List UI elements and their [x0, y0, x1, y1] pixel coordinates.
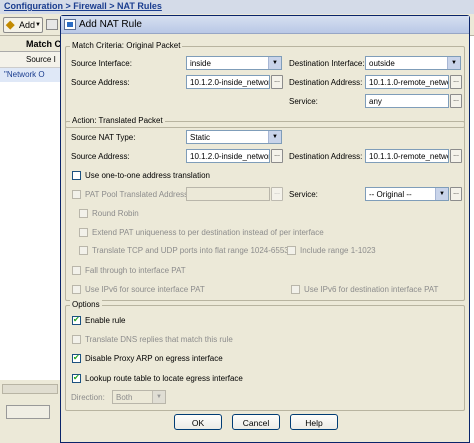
- chevron-down-icon[interactable]: ▼: [35, 22, 41, 28]
- breadcrumb-link[interactable]: Configuration > Firewall > NAT Rules: [4, 1, 162, 11]
- pat-pool-field[interactable]: [186, 187, 270, 201]
- translated-source-address-value: 10.1.2.0-inside_network: [190, 152, 270, 161]
- source-address-field[interactable]: 10.1.2.0-inside_network: [186, 75, 270, 89]
- ipv6-dest-checkbox[interactable]: [291, 285, 300, 294]
- pat-pool-label: PAT Pool Translated Address:: [85, 190, 191, 199]
- horizontal-scrollbar[interactable]: [2, 384, 58, 394]
- round-robin-checkbox[interactable]: [79, 209, 88, 218]
- add-button-label: Add: [19, 20, 36, 30]
- table-sub-header[interactable]: Source I: [0, 52, 62, 68]
- one-to-one-label: Use one-to-one address translation: [85, 171, 210, 180]
- plus-icon: ◆: [6, 19, 15, 31]
- help-button-label: Help: [305, 418, 323, 428]
- ipv6-dest-label: Use IPv6 for destination interface PAT: [304, 285, 439, 294]
- table-row[interactable]: "Network O: [0, 68, 62, 82]
- chevron-down-icon[interactable]: ▼: [268, 131, 281, 143]
- pat-pool-browse-button[interactable]: ...: [271, 187, 283, 201]
- dest-interface-select[interactable]: outside ▼: [365, 56, 461, 70]
- breadcrumb: Configuration > Firewall > NAT Rules: [0, 0, 474, 14]
- translated-service-value: -- Original --: [369, 190, 412, 199]
- chevron-down-icon[interactable]: ▼: [435, 188, 448, 200]
- service-value: any: [369, 97, 382, 106]
- cancel-button-label: Cancel: [242, 418, 270, 428]
- action-legend: Action: Translated Packet: [70, 116, 165, 125]
- dialog-titlebar[interactable]: Add NAT Rule: [61, 16, 469, 34]
- source-interface-label: Source Interface:: [71, 59, 132, 68]
- source-address-value: 10.1.2.0-inside_network: [190, 78, 270, 87]
- service-label: Service:: [289, 97, 318, 106]
- dest-address-browse-button[interactable]: ...: [450, 75, 462, 89]
- service-field[interactable]: any: [365, 94, 449, 108]
- chevron-down-icon[interactable]: ▼: [268, 57, 281, 69]
- window-icon: [64, 19, 76, 30]
- options-legend: Options: [70, 300, 102, 309]
- disable-proxy-arp-checkbox[interactable]: [72, 353, 81, 363]
- dest-address-value: 10.1.1.0-remote_network: [369, 78, 448, 87]
- translated-dest-address-label: Destination Address:: [289, 152, 363, 161]
- lookup-route-checkbox[interactable]: [72, 373, 81, 383]
- source-nat-type-label: Source NAT Type:: [71, 133, 136, 142]
- cancel-button[interactable]: Cancel: [232, 414, 280, 430]
- flat-range-label: Translate TCP and UDP ports into flat ra…: [92, 246, 294, 255]
- fall-through-checkbox[interactable]: [72, 266, 81, 275]
- direction-value: Both: [116, 393, 133, 402]
- translated-service-label: Service:: [289, 190, 318, 199]
- direction-select[interactable]: Both ▼: [112, 390, 166, 404]
- ipv6-source-checkbox[interactable]: [72, 285, 81, 294]
- service-browse-button[interactable]: ...: [450, 94, 462, 108]
- source-nat-type-value: Static: [190, 133, 211, 142]
- dest-interface-label: Destination Interface:: [289, 59, 365, 68]
- source-address-label: Source Address:: [71, 78, 130, 87]
- translated-dest-address-field[interactable]: 10.1.1.0-remote_network: [365, 149, 449, 163]
- translated-source-address-field[interactable]: 10.1.2.0-inside_network: [186, 149, 270, 163]
- extend-pat-label: Extend PAT uniqueness to per destination…: [92, 228, 324, 237]
- disable-proxy-arp-label: Disable Proxy ARP on egress interface: [85, 354, 223, 363]
- add-button[interactable]: ◆ Add ▼: [3, 17, 43, 33]
- translated-service-select[interactable]: -- Original -- ▼: [365, 187, 449, 201]
- enable-rule-label: Enable rule: [85, 316, 126, 325]
- round-robin-label: Round Robin: [92, 209, 139, 218]
- dest-address-field[interactable]: 10.1.1.0-remote_network: [365, 75, 449, 89]
- include-range-checkbox[interactable]: [287, 246, 296, 255]
- lookup-route-label: Lookup route table to locate egress inte…: [85, 374, 243, 383]
- dialog-title: Add NAT Rule: [79, 19, 142, 30]
- fall-through-label: Fall through to interface PAT: [85, 266, 186, 275]
- translate-dns-checkbox[interactable]: [72, 335, 81, 344]
- enable-rule-checkbox[interactable]: [72, 315, 81, 325]
- add-nat-rule-dialog: Add NAT Rule Match Criteria: Original Pa…: [60, 15, 470, 443]
- direction-label: Direction:: [71, 393, 105, 402]
- ok-button[interactable]: OK: [174, 414, 222, 430]
- include-range-label: Include range 1-1023: [300, 246, 376, 255]
- source-nat-type-select[interactable]: Static ▼: [186, 130, 282, 144]
- table-cell: "Network O: [4, 70, 45, 79]
- one-to-one-checkbox[interactable]: [72, 171, 81, 180]
- flat-range-checkbox[interactable]: [79, 246, 88, 255]
- sub-header-label: Source I: [26, 55, 56, 64]
- ipv6-source-label: Use IPv6 for source interface PAT: [85, 285, 205, 294]
- ok-button-label: OK: [191, 418, 205, 428]
- source-interface-select[interactable]: inside ▼: [186, 56, 282, 70]
- help-button[interactable]: Help: [290, 414, 338, 430]
- background-button[interactable]: [6, 405, 50, 419]
- translated-dest-address-value: 10.1.1.0-remote_network: [369, 152, 448, 161]
- column-header-label: Match C: [26, 39, 62, 49]
- translated-dest-browse-button[interactable]: ...: [450, 149, 462, 163]
- source-address-browse-button[interactable]: ...: [271, 75, 283, 89]
- edit-icon[interactable]: [46, 19, 58, 30]
- dest-interface-value: outside: [369, 59, 395, 68]
- table-column-header[interactable]: Match C: [0, 36, 62, 52]
- translate-dns-label: Translate DNS replies that match this ru…: [85, 335, 233, 344]
- dest-address-label: Destination Address:: [289, 78, 363, 87]
- match-criteria-legend: Match Criteria: Original Packet: [70, 41, 183, 50]
- translated-source-browse-button[interactable]: ...: [271, 149, 283, 163]
- source-interface-value: inside: [190, 59, 211, 68]
- translated-source-address-label: Source Address:: [71, 152, 130, 161]
- translated-service-browse-button[interactable]: ...: [450, 187, 462, 201]
- chevron-down-icon[interactable]: ▼: [447, 57, 460, 69]
- pat-pool-checkbox[interactable]: [72, 190, 81, 199]
- chevron-down-icon[interactable]: ▼: [152, 391, 165, 403]
- extend-pat-checkbox[interactable]: [79, 228, 88, 237]
